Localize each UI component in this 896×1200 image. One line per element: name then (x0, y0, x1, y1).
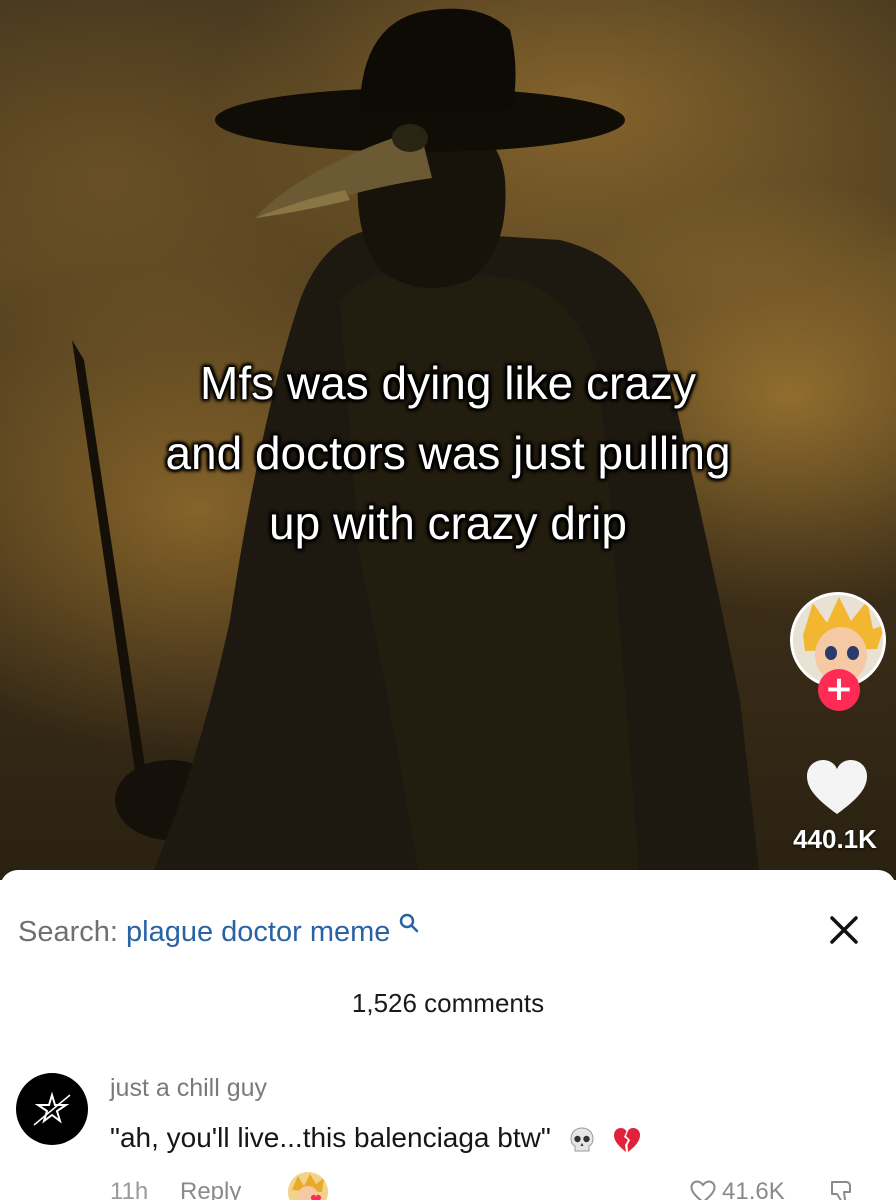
search-icon (400, 913, 419, 933)
comment-username[interactable]: just a chill guy (110, 1074, 267, 1103)
comment-like-count: 41.6K (722, 1178, 785, 1200)
dislike-icon[interactable] (828, 1178, 856, 1200)
creator-liked-avatar (288, 1172, 328, 1200)
search-suggestion[interactable]: Search: plague doctor meme (18, 910, 420, 954)
comment-timestamp: 11h (110, 1178, 149, 1200)
comments-sheet: Search: plague doctor meme 1,526 comment… (0, 870, 896, 1200)
comment-body: "ah, you'll live...this balenciaga btw" (110, 1122, 551, 1153)
comment-footer: 11h Reply 41.6K (110, 1172, 890, 1200)
search-label: Search: (18, 916, 118, 948)
follow-button[interactable]: + (818, 669, 860, 711)
caption-line: up with crazy drip (269, 497, 627, 549)
comment-text: "ah, you'll live...this balenciaga btw" (110, 1122, 642, 1155)
anime-avatar-icon (288, 1172, 328, 1200)
star-logo-icon (33, 1091, 71, 1126)
video-player[interactable]: Mfs was dying like crazy and doctors was… (0, 0, 896, 880)
skull-emoji-icon (570, 1127, 594, 1152)
creator-profile[interactable]: + (790, 592, 886, 711)
broken-heart-icon (614, 1127, 641, 1152)
caption-line: and doctors was just pulling (165, 427, 731, 479)
commenter-avatar[interactable] (16, 1073, 88, 1145)
comment-heart-outline-icon[interactable] (690, 1180, 716, 1200)
caption-line: Mfs was dying like crazy (200, 357, 696, 409)
like-count: 440.1K (793, 824, 877, 854)
like-heart-icon[interactable] (805, 758, 869, 818)
video-caption: Mfs was dying like crazy and doctors was… (0, 348, 896, 558)
search-term-link[interactable]: plague doctor meme (126, 916, 390, 948)
close-icon[interactable] (826, 912, 862, 948)
comment-count: 1,526 comments (351, 988, 545, 1018)
reply-button[interactable]: Reply (180, 1178, 241, 1200)
